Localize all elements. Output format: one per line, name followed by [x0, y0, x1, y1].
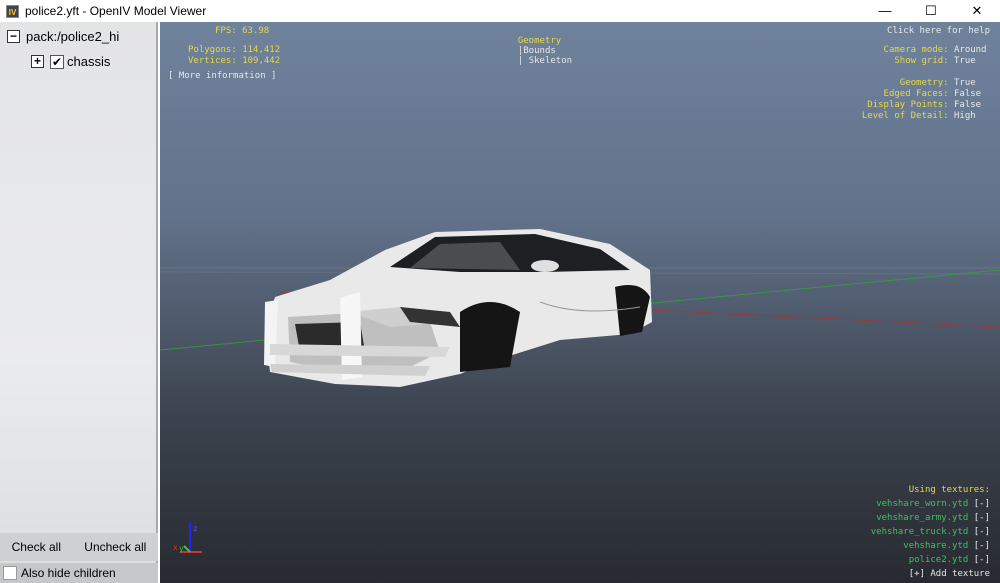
setting-geometry[interactable]: Geometry: True — [862, 78, 990, 89]
render-mode-tabs: Geometry |Bounds | Skeleton — [517, 36, 573, 66]
collapse-icon[interactable]: − — [7, 30, 20, 43]
texture-item: vehshare_army.ytd [-] — [876, 513, 990, 523]
also-hide-children-option[interactable]: Also hide children — [0, 563, 158, 583]
gizmo-x-label: x — [173, 543, 178, 552]
viewer-settings: Camera mode: Around Show grid: True Geom… — [862, 45, 990, 122]
add-texture-button[interactable]: [+] Add texture — [871, 567, 990, 581]
maximize-button[interactable]: ☐ — [908, 0, 954, 22]
textures-title: Using textures: — [908, 485, 990, 495]
check-buttons-bar: Check all Uncheck all — [0, 533, 158, 561]
check-all-button[interactable]: Check all — [12, 540, 61, 554]
uncheck-all-button[interactable]: Uncheck all — [84, 540, 146, 554]
tree-item-root[interactable]: − pack:/police2_hi — [7, 29, 119, 44]
help-link[interactable]: Click here for help — [887, 26, 990, 36]
minimize-button[interactable]: — — [862, 0, 908, 22]
texture-item: vehshare.ytd [-] — [903, 541, 990, 551]
gizmo-y-label: y — [179, 544, 184, 553]
expand-icon[interactable]: + — [31, 55, 44, 68]
texture-item: police2.ytd [-] — [908, 555, 990, 565]
setting-show-grid[interactable]: Show grid: True — [862, 56, 990, 67]
tab-geometry[interactable]: Geometry — [518, 36, 561, 46]
more-information-link[interactable]: [ More information ] — [168, 71, 276, 81]
openiv-app-icon: IV — [6, 4, 19, 18]
textures-panel: Using textures: vehshare_worn.ytd [-] ve… — [871, 483, 990, 581]
chassis-checkbox[interactable]: ✔ — [50, 54, 64, 69]
3d-viewport[interactable]: z x y FPS: 63.98 Polygons: 114,412 Verti… — [160, 22, 1000, 583]
tree-item-chassis[interactable]: + ✔ chassis — [31, 54, 110, 69]
vertices-readout: Vertices: 109,442 — [188, 56, 281, 66]
tree-item-label: pack:/police2_hi — [26, 29, 120, 44]
tab-skeleton[interactable]: Skeleton — [529, 56, 572, 66]
remove-texture-button[interactable]: [-] — [974, 527, 990, 537]
tab-bounds[interactable]: Bounds — [523, 46, 556, 56]
polygons-readout: Polygons: 114,412 — [188, 45, 281, 55]
window-title: police2.yft - OpenIV Model Viewer — [25, 4, 207, 18]
remove-texture-button[interactable]: [-] — [974, 555, 990, 565]
title-bar: IV police2.yft - OpenIV Model Viewer — ☐… — [0, 0, 1000, 22]
gizmo-z-label: z — [193, 524, 198, 533]
setting-level-of-detail[interactable]: Level of Detail: High — [862, 111, 990, 122]
remove-texture-button[interactable]: [-] — [974, 499, 990, 509]
also-hide-children-checkbox[interactable] — [3, 566, 17, 580]
fps-readout: FPS: 63.98 — [215, 26, 270, 36]
remove-texture-button[interactable]: [-] — [974, 541, 990, 551]
setting-edged-faces[interactable]: Edged Faces: False — [862, 89, 990, 100]
texture-item: vehshare_worn.ytd [-] — [876, 499, 990, 509]
remove-texture-button[interactable]: [-] — [974, 513, 990, 523]
tree-item-label: chassis — [67, 54, 111, 69]
texture-item: vehshare_truck.ytd [-] — [870, 527, 990, 537]
close-button[interactable]: ✕ — [954, 0, 1000, 22]
also-hide-children-label: Also hide children — [21, 566, 116, 580]
model-tree-panel: − pack:/police2_hi + ✔ chassis Check all… — [0, 22, 158, 583]
setting-camera-mode[interactable]: Camera mode: Around — [862, 45, 990, 56]
police-car-model — [264, 229, 652, 387]
setting-display-points[interactable]: Display Points: False — [862, 100, 990, 111]
